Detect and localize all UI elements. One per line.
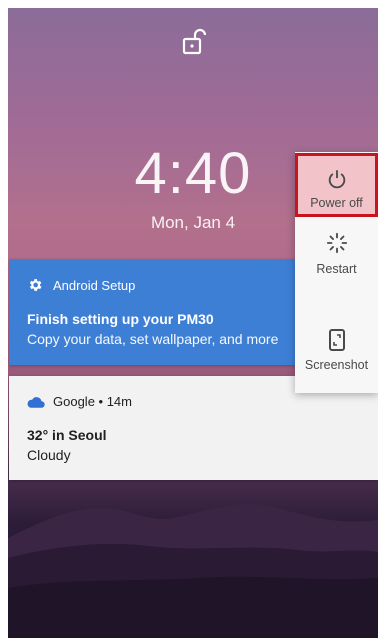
screenshot-button[interactable]: Screenshot [295, 328, 378, 388]
screenshot-label: Screenshot [304, 358, 369, 372]
restart-icon [326, 232, 347, 254]
gear-icon [29, 279, 42, 291]
notification-app-name: Google • 14m [53, 394, 132, 409]
lockscreen: 4:40 Mon, Jan 4 Android Setup Finish set… [8, 8, 378, 638]
notification-text: Copy your data, set wallpaper, and more [27, 331, 279, 347]
cloud-icon [27, 396, 45, 408]
power-menu: Power off Restart Screenshot [295, 152, 378, 393]
restart-label: Restart [316, 262, 357, 276]
power-off-label: Power off [310, 196, 363, 210]
power-icon [328, 170, 345, 189]
mountain-wallpaper [8, 504, 378, 638]
restart-button[interactable]: Restart [295, 230, 378, 296]
power-off-button[interactable]: Power off [295, 153, 378, 217]
unlock-icon[interactable] [181, 28, 207, 56]
notification-title: Finish setting up your PM30 [27, 311, 214, 327]
notification-app-name: Android Setup [53, 277, 136, 293]
notification-header: Android Setup [27, 277, 135, 293]
notification-text: Cloudy [27, 447, 71, 463]
notification-header: Google • 14m [27, 394, 132, 409]
notification-title: 32° in Seoul [27, 427, 107, 443]
screenshot-icon [328, 329, 345, 351]
